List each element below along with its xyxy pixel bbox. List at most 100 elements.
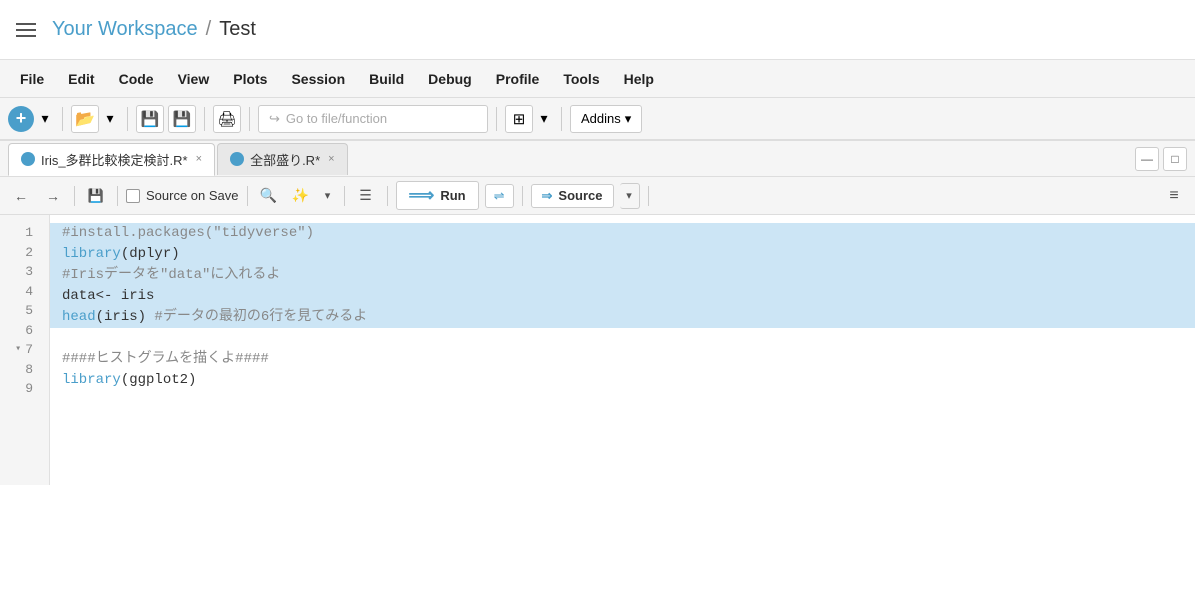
go-to-file-placeholder: Go to file/function	[286, 111, 387, 126]
go-to-arrow-icon: ↪	[269, 111, 280, 127]
sep-2	[127, 107, 128, 131]
breadcrumb-sep: /	[206, 18, 212, 41]
grid-dropdown[interactable]: ▾	[535, 105, 553, 133]
menu-debug[interactable]: Debug	[416, 65, 484, 93]
line-num-8: 8	[10, 360, 39, 380]
tab-bar: Iris_多群比較検定検討.R* × 全部盛り.R* × — □	[0, 141, 1195, 177]
addins-chevron-icon: ▾	[625, 111, 632, 127]
forward-button[interactable]: →	[40, 183, 66, 209]
addins-label: Addins	[581, 111, 621, 126]
search-button[interactable]: 🔍	[256, 183, 282, 209]
line-numbers: 1 2 3 4 5 6 ▾7 8 9	[0, 215, 50, 485]
source-button[interactable]: ⇒ Source	[531, 184, 614, 208]
line-num-7: ▾7	[10, 340, 39, 360]
et-sep-2	[117, 186, 118, 206]
line-num-9: 9	[10, 379, 39, 399]
line-num-3: 3	[10, 262, 39, 282]
re-run-icon: ⇌	[494, 188, 505, 204]
grid-group: ⊞ ▾	[505, 105, 553, 133]
tab-controls: — □	[1135, 147, 1187, 171]
source-arrow-icon: ⇒	[542, 188, 553, 204]
magic-button[interactable]: ✨	[288, 183, 314, 209]
menu-session[interactable]: Session	[279, 65, 357, 93]
list-button[interactable]: ☰	[353, 183, 379, 209]
sep-5	[496, 107, 497, 131]
project-name: Test	[219, 18, 256, 41]
save-doc-button[interactable]: 💾	[83, 183, 109, 209]
source-dropdown[interactable]: ▾	[620, 183, 640, 209]
tab-close-zenbu[interactable]: ×	[328, 153, 334, 165]
editor-container: Iris_多群比較検定検討.R* × 全部盛り.R* × — □ ← → 💾 S…	[0, 140, 1195, 485]
menu-plots[interactable]: Plots	[221, 65, 279, 93]
code-line-3: #Irisデータを"data"に入れるよ	[50, 265, 1195, 286]
menu-tools[interactable]: Tools	[551, 65, 611, 93]
line-num-5: 5	[10, 301, 39, 321]
et-sep-3	[247, 186, 248, 206]
grid-button[interactable]: ⊞	[505, 105, 533, 133]
line-num-2: 2	[10, 243, 39, 263]
align-button[interactable]: ≡	[1161, 183, 1187, 209]
addins-button[interactable]: Addins ▾	[570, 105, 642, 133]
code-line-5: head(iris) #データの最初の6行を見てみるよ	[50, 307, 1195, 328]
source-on-save-toggle[interactable]: Source on Save	[126, 188, 239, 203]
et-sep-1	[74, 186, 75, 206]
run-label: Run	[440, 188, 465, 203]
tab-zenbu[interactable]: 全部盛り.R* ×	[217, 143, 348, 175]
run-button[interactable]: ⟹ Run	[396, 181, 479, 210]
menu-edit[interactable]: Edit	[56, 65, 106, 93]
et-sep-6	[522, 186, 523, 206]
back-button[interactable]: ←	[8, 183, 34, 209]
run-arrow-icon: ⟹	[409, 185, 435, 206]
code-line-6	[50, 328, 1195, 349]
sep-6	[561, 107, 562, 131]
save-all-button[interactable]: 💾	[168, 105, 196, 133]
line-num-4: 4	[10, 282, 39, 302]
re-run-button[interactable]: ⇌	[485, 184, 514, 208]
code-line-4: data<- iris	[50, 286, 1195, 307]
code-line-9	[50, 391, 1195, 412]
editor-toolbar: ← → 💾 Source on Save 🔍 ✨ ▾ ☰ ⟹ Run ⇌ ⇒ S…	[0, 177, 1195, 215]
sep-3	[204, 107, 205, 131]
workspace-link[interactable]: Your Workspace	[52, 18, 198, 41]
code-line-7: ####ヒストグラムを描くよ####	[50, 349, 1195, 370]
tab-label-iris: Iris_多群比較検定検討.R*	[41, 150, 188, 169]
hamburger-menu[interactable]	[16, 23, 36, 37]
maximize-pane-button[interactable]: □	[1163, 147, 1187, 171]
source-label: Source	[558, 188, 602, 203]
menu-build[interactable]: Build	[357, 65, 416, 93]
new-file-group: + ▾	[8, 105, 54, 133]
line-num-1: 1	[10, 223, 39, 243]
go-to-file-input[interactable]: ↪ Go to file/function	[258, 105, 488, 133]
code-content[interactable]: #install.packages("tidyverse") library(d…	[50, 215, 1195, 485]
menu-file[interactable]: File	[8, 65, 56, 93]
tab-label-zenbu: 全部盛り.R*	[250, 150, 320, 169]
et-sep-7	[648, 186, 649, 206]
menu-code[interactable]: Code	[107, 65, 166, 93]
sep-4	[249, 107, 250, 131]
menu-help[interactable]: Help	[612, 65, 666, 93]
magic-dropdown[interactable]: ▾	[320, 183, 336, 209]
top-bar: Your Workspace / Test	[0, 0, 1195, 60]
sep-1	[62, 107, 63, 131]
menu-bar: File Edit Code View Plots Session Build …	[0, 60, 1195, 98]
open-dropdown[interactable]: ▾	[101, 105, 119, 133]
new-file-button[interactable]: +	[8, 106, 34, 132]
menu-profile[interactable]: Profile	[484, 65, 552, 93]
menu-view[interactable]: View	[166, 65, 222, 93]
line-num-6: 6	[10, 321, 39, 341]
tab-icon-iris	[21, 152, 35, 166]
minimize-pane-button[interactable]: —	[1135, 147, 1159, 171]
main-toolbar: + ▾ 📂 ▾ 💾 💾 🖨 ↪ Go to file/function ⊞ ▾ …	[0, 98, 1195, 140]
code-line-8: library(ggplot2)	[50, 370, 1195, 391]
code-line-1: #install.packages("tidyverse")	[50, 223, 1195, 244]
print-button[interactable]: 🖨	[213, 105, 241, 133]
save-button[interactable]: 💾	[136, 105, 164, 133]
source-on-save-checkbox[interactable]	[126, 189, 140, 203]
open-file-button[interactable]: 📂	[71, 105, 99, 133]
tab-iris[interactable]: Iris_多群比較検定検討.R* ×	[8, 143, 215, 176]
code-editor[interactable]: 1 2 3 4 5 6 ▾7 8 9 #install.packages("ti…	[0, 215, 1195, 485]
tab-close-iris[interactable]: ×	[196, 153, 202, 165]
new-file-dropdown[interactable]: ▾	[36, 105, 54, 133]
tab-icon-zenbu	[230, 152, 244, 166]
source-on-save-label: Source on Save	[146, 188, 239, 203]
